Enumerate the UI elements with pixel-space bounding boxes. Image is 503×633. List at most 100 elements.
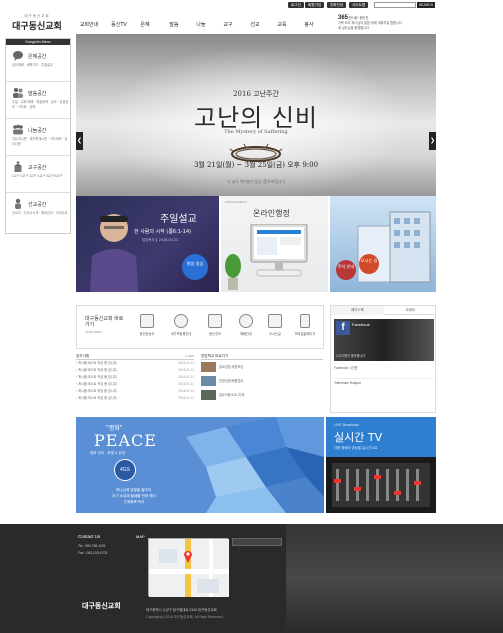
nav-item-mission[interactable]: 선교 <box>248 18 262 32</box>
board-row[interactable]: › 게시물 테스트 작성 중 입니다. 2016.01.11 <box>76 360 194 367</box>
sidebar-section-mission[interactable]: 선교공간 선교지 · 선교사소개 · 해외선교 · 국내선교 <box>6 193 70 230</box>
sidebar-section-share[interactable]: 나눔공간 자유게시판 · 새가족게시판 · 기도제목 · 공지사항 <box>6 119 70 156</box>
sidebar-link[interactable]: 금요예배 <box>12 63 24 67</box>
sidebar-link[interactable]: 주일설교 <box>41 63 53 67</box>
sidebar-link[interactable]: 4교구 <box>38 174 46 178</box>
nav-item-district[interactable]: 교구 <box>221 18 235 32</box>
chevron-right-icon: ❯ <box>429 138 436 144</box>
footer-fax: Fax : 053.215.4703 <box>78 551 108 555</box>
sidebar-link[interactable]: 새가족게시판 <box>30 137 48 141</box>
gallery-thumbnail <box>201 376 216 386</box>
board-row[interactable]: › 게시물 테스트 작성 중 입니다. 2016.01.11 <box>76 367 194 374</box>
facebook-icon: f <box>336 321 350 335</box>
sidebar-link[interactable]: 새벽기도 <box>27 63 39 67</box>
board-row[interactable]: › 게시물 테스트 작성 중 입니다. 2016.01.11 <box>76 381 194 388</box>
sidebar-section-links: 선교지 · 선교사소개 · 해외선교 · 국내선교 <box>12 211 68 215</box>
facebook-cover[interactable]: f Facebook 2,372명이 좋아합니다 <box>334 319 434 361</box>
sidebar-link[interactable]: 주일 <box>12 100 18 104</box>
footer-map[interactable] <box>148 538 229 597</box>
peace-desc-line: 관계회복 하자 <box>123 500 145 504</box>
gallery-row[interactable]: 전방성방/베풂업로 <box>201 374 323 388</box>
notice-board-more[interactable]: Login <box>185 352 194 360</box>
tab-facebook[interactable]: 페이스북 <box>331 306 384 315</box>
live-tv-banner[interactable]: LIVE Broadcast 실시간 TV 각종 예배와 영상을 실시간으로 <box>326 417 436 513</box>
hero-english-title: The Mystery of Suffering <box>224 129 288 135</box>
board-row[interactable]: › 게시물 테스트 작성 중 입니다. 2016.01.11 <box>76 374 194 381</box>
sermon-meta: 담임목사 ┃ 2016.02.21 <box>142 238 179 242</box>
gallery-row-title: 일요양업 위원모임 <box>219 365 244 369</box>
sidebar-link[interactable]: 특별새벽 <box>36 100 48 104</box>
signup-link[interactable]: 회원가입 <box>305 2 325 8</box>
sermon-video-button[interactable]: 말씀 영상 <box>182 254 208 280</box>
directions-button[interactable]: 오시는 길 <box>359 254 379 274</box>
parking-info-button[interactable]: 주차 안내 <box>336 260 356 280</box>
facebook-post[interactable]: Facebook 시간표 <box>334 366 434 371</box>
sidebar-link[interactable]: 교회 예배 <box>21 100 34 104</box>
hero-next-button[interactable]: ❯ <box>429 132 436 150</box>
notice-board-title: 공지사항 <box>76 354 90 358</box>
sidebar-section-links: 주일 · 교회 예배 · 특별새벽 · 금요 · 성경공부 · 기도회 · 강좌 <box>12 100 69 109</box>
sidebar-link[interactable]: 6교구 <box>55 174 63 178</box>
phone-link[interactable]: 전화안내 <box>327 2 347 8</box>
sidebar-link[interactable]: 자유게시판 <box>12 137 27 141</box>
sidebar-link[interactable]: 기도제목 <box>50 137 62 141</box>
sunday-sermon-panel[interactable]: 주일설교 한 사람의 시작 (롬6:1-14) 담임목사 ┃ 2016.02.2… <box>76 196 219 292</box>
sidebar-link[interactable]: 2교구 <box>21 174 29 178</box>
sidebar-link[interactable]: 해외선교 <box>41 211 53 215</box>
hero-dates: 3월 21일(월) ~ 3월 25일(금) 오후 9:00 <box>193 161 319 169</box>
live-title: 실시간 TV <box>334 431 383 444</box>
sidebar-section-title: 말씀공간 <box>28 91 47 97</box>
sidebar-section-title: 은혜공간 <box>28 54 47 60</box>
sidebar-link[interactable]: 기도회 <box>18 105 27 109</box>
gallery-row[interactable]: 일요이용/ICE 여 와 <box>201 388 323 402</box>
sidebar-link[interactable]: 선교지 <box>12 211 21 215</box>
nav-item-share[interactable]: 나눔 <box>194 18 208 32</box>
peace-banner[interactable]: "평화" PEACE 평화 정의 - 화해 & 상생 4GS 하나님께 영광을 … <box>76 417 324 513</box>
quick-item-mobile[interactable]: 모바일홈페이지 <box>291 314 319 348</box>
nav-item-about[interactable]: 교회안내 <box>76 18 102 32</box>
quick-item-worship[interactable]: 예배안내 <box>232 314 260 348</box>
sidebar-section-grace[interactable]: 은혜공간 금요예배 · 새벽기도 · 주일설교 <box>6 45 70 82</box>
quick-item-directions[interactable]: 오시는길 <box>261 314 289 348</box>
online-admin-caption: Administration <box>225 200 247 204</box>
search-button[interactable]: SEARCH <box>417 2 435 8</box>
sidebar-link[interactable]: 1교구 <box>12 174 20 178</box>
login-link[interactable]: 로그인 <box>288 2 304 8</box>
sidebar-section-district[interactable]: 교구공간 1교구 2교구 3교구 4교구 5교구 6교구 <box>6 156 70 193</box>
sidebar-link[interactable]: 5교구 <box>46 174 54 178</box>
nav-item-education[interactable]: 교육 <box>275 18 289 32</box>
hero-banner[interactable]: 2016 고난주간 고난의 신비 The Mystery of Sufferin… <box>76 34 436 196</box>
directions-panel[interactable]: 주차 안내 오시는 길 <box>330 196 436 292</box>
tab-twitter[interactable]: 트위터 <box>384 306 437 315</box>
board-row[interactable]: › 게시물 테스트 작성 중 입니다. 2016.01.11 <box>76 395 194 402</box>
logo[interactable]: 대구동신교회 대구동신교회 <box>5 14 69 38</box>
board-row[interactable]: › 게시물 테스트 작성 중 입니다. 2016.01.11 <box>76 388 194 395</box>
utility-bar: 로그인 회원가입 전화안내 사이트맵 SEARCH <box>0 0 503 10</box>
quick-item-bulletin[interactable]: 동신주보 <box>201 314 229 348</box>
sitemap-link[interactable]: 사이트맵 <box>349 2 369 8</box>
sidebar-link[interactable]: 선교사소개 <box>24 211 39 215</box>
quick-item-broadcast[interactable]: 동신방송국 <box>133 314 161 348</box>
sidebar-section-title: 선교공간 <box>28 202 47 208</box>
sidebar-link[interactable]: 국내선교 <box>56 211 68 215</box>
church-icon <box>14 161 22 172</box>
nav-item-grace[interactable]: 은혜 <box>138 18 152 32</box>
gallery-row[interactable]: 일요양업 위원모임 <box>201 360 323 374</box>
sidebar-link[interactable]: 금요 <box>51 100 57 104</box>
board-row-date: 2016.01.11 <box>178 396 194 400</box>
facebook-post[interactable]: Tottenham Hotspur <box>334 378 434 386</box>
online-admin-panel[interactable]: 온라인행정 Administration <box>221 196 328 292</box>
sidebar-link[interactable]: 강좌 <box>29 105 35 109</box>
nav-item-word[interactable]: 말씀 <box>167 18 181 32</box>
4gs-badge: 4GS <box>114 459 136 481</box>
hero-prev-button[interactable]: ❮ <box>76 132 83 150</box>
sidebar-link[interactable]: 3교구 <box>29 174 37 178</box>
quick-item-newcomer[interactable]: 새가족등록안내 <box>167 314 195 348</box>
nav-item-tv[interactable]: 동신TV <box>108 18 130 32</box>
sidebar-section-word[interactable]: 말씀공간 주일 · 교회 예배 · 특별새벽 · 금요 · 성경공부 · 기도회… <box>6 82 70 119</box>
chevron-left-icon: ❮ <box>76 138 83 144</box>
nav-item-service[interactable]: 봉사 <box>302 18 316 32</box>
footer-family-select[interactable] <box>232 538 282 546</box>
search-input[interactable] <box>374 2 416 8</box>
pastor-photo <box>90 214 138 292</box>
